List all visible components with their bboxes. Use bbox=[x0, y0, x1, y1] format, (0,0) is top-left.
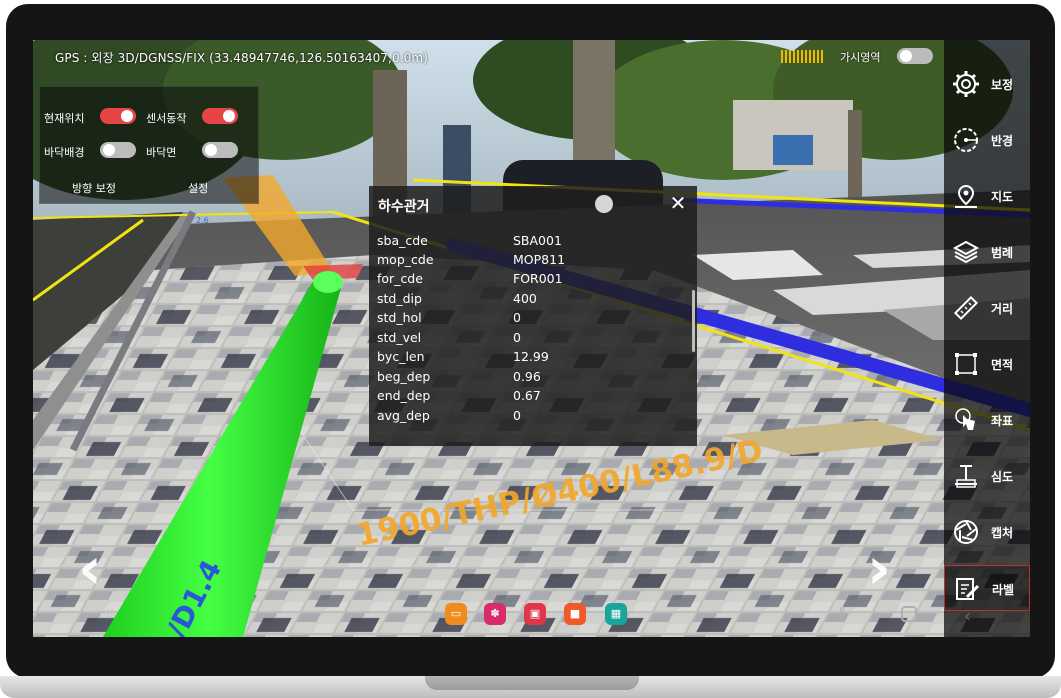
menu-label: 범례 bbox=[991, 246, 1014, 260]
ruler-icon bbox=[953, 295, 979, 321]
gps-status-bar: GPS : 외장 3D/DGNSS/FIX (33.48947746,126.5… bbox=[33, 40, 943, 74]
menu-calibrate[interactable]: 보정 bbox=[944, 61, 1030, 107]
attribute-row: std_vel 0 bbox=[377, 330, 521, 345]
next-arrow-icon[interactable]: › bbox=[867, 534, 891, 602]
attribute-row: end_dep 0.67 bbox=[377, 388, 541, 403]
attribute-row: avg_dep 0 bbox=[377, 408, 521, 423]
visible-area-toggle[interactable] bbox=[897, 48, 933, 64]
sensor-label: 센서동작 bbox=[146, 112, 187, 125]
home-icon[interactable] bbox=[901, 606, 917, 622]
message-app-icon[interactable]: ▭ bbox=[445, 603, 467, 625]
calendar-app-icon[interactable]: ▦ bbox=[605, 603, 627, 625]
depth-icon bbox=[955, 465, 977, 488]
camera-shutter-icon bbox=[954, 520, 978, 544]
app-grid-icon[interactable]: ⠿ bbox=[105, 608, 116, 623]
map-pin-icon bbox=[955, 184, 977, 208]
menu-label: 라벨 bbox=[992, 583, 1015, 597]
popup-title: 하수관거 bbox=[378, 199, 430, 215]
radius-icon bbox=[954, 128, 978, 152]
area-icon bbox=[955, 353, 977, 375]
attribute-row: std_hol 0 bbox=[377, 310, 521, 325]
current-location-toggle[interactable] bbox=[100, 108, 136, 124]
menu-area[interactable]: 면적 bbox=[944, 341, 1030, 387]
android-back-icon[interactable]: ‹ bbox=[964, 606, 971, 627]
current-location-label: 현재위치 bbox=[44, 112, 85, 125]
close-icon[interactable]: ✕ bbox=[667, 192, 689, 214]
attribute-row: beg_dep 0.96 bbox=[377, 369, 541, 384]
app-screen: 2.6 /D1.4 1900/THP/Ø400/L88.9/D GPS : 외장… bbox=[33, 40, 1030, 637]
floor-background-label: 바닥배경 bbox=[44, 146, 85, 159]
menu-label: 좌표 bbox=[991, 414, 1014, 428]
menu-label: 반경 bbox=[991, 134, 1014, 148]
menu-label: 캡처 bbox=[991, 526, 1014, 540]
prev-arrow-icon[interactable]: ‹ bbox=[78, 534, 102, 602]
flower-app-icon[interactable]: ✽ bbox=[484, 603, 506, 625]
menu-map[interactable]: 지도 bbox=[944, 173, 1030, 219]
menu-label: 지도 bbox=[991, 190, 1014, 204]
attribute-row: for_cde FOR001 bbox=[377, 271, 563, 286]
direction-calibrate-button[interactable]: 방향 보정 bbox=[72, 180, 116, 196]
settings-panel: 현재위치 센서동작 바닥배경 바닥면 방향 보정 설정 bbox=[39, 86, 259, 204]
label-icon bbox=[956, 578, 980, 600]
sensor-toggle[interactable] bbox=[202, 108, 238, 124]
recent-apps-icon[interactable]: ⦀ bbox=[839, 606, 845, 622]
attribute-row: byc_len 12.99 bbox=[377, 349, 549, 364]
attribute-row: mop_cde MOP811 bbox=[377, 252, 566, 267]
gear-icon bbox=[953, 71, 979, 97]
menu-label: 심도 bbox=[991, 470, 1014, 484]
popup-handle-icon[interactable] bbox=[595, 195, 613, 213]
menu-legend[interactable]: 범례 bbox=[944, 229, 1030, 275]
menu-capture[interactable]: 캡처 bbox=[944, 509, 1030, 555]
laptop-notch bbox=[425, 676, 639, 690]
side-menu: 보정 반경 지도 범례 거리 면적 좌표 심도 캡처 라벨 ‹ bbox=[944, 40, 1030, 637]
menu-distance[interactable]: 거리 bbox=[944, 285, 1030, 331]
gps-status-text: GPS : 외장 3D/DGNSS/FIX (33.48947746,126.5… bbox=[55, 51, 428, 65]
popup-scrollbar[interactable] bbox=[692, 290, 695, 352]
settings-button[interactable]: 설정 bbox=[188, 180, 208, 196]
coordinate-touch-icon bbox=[955, 408, 975, 430]
layers-icon bbox=[952, 240, 980, 264]
menu-depth[interactable]: 심도 bbox=[944, 453, 1030, 499]
attribute-row: sba_cde SBA001 bbox=[377, 233, 562, 248]
facility-info-popup: 하수관거 ✕ sba_cde SBA001 mop_cde MOP811 for_c… bbox=[369, 186, 697, 446]
menu-label-active[interactable]: 라벨 bbox=[944, 565, 1030, 611]
menu-radius[interactable]: 반경 bbox=[944, 117, 1030, 163]
floor-background-toggle[interactable] bbox=[100, 142, 136, 158]
popup-attribute-list[interactable]: sba_cde SBA001 mop_cde MOP811 for_cde FOR00… bbox=[369, 228, 697, 442]
svg-text:2.6: 2.6 bbox=[196, 216, 209, 225]
floor-plane-toggle[interactable] bbox=[202, 142, 238, 158]
attribute-row: std_dip 400 bbox=[377, 291, 537, 306]
floor-plane-label: 바닥면 bbox=[146, 146, 177, 159]
menu-label: 보정 bbox=[991, 78, 1014, 92]
gallery-app-icon[interactable]: ▣ bbox=[524, 603, 546, 625]
menu-coordinate[interactable]: 좌표 bbox=[944, 397, 1030, 443]
menu-label: 면적 bbox=[991, 358, 1014, 372]
signal-strength-icon bbox=[781, 50, 823, 63]
visible-area-label: 가시영역 bbox=[840, 51, 881, 64]
notes-app-icon[interactable]: ■ bbox=[564, 603, 586, 625]
menu-label: 거리 bbox=[991, 302, 1014, 316]
